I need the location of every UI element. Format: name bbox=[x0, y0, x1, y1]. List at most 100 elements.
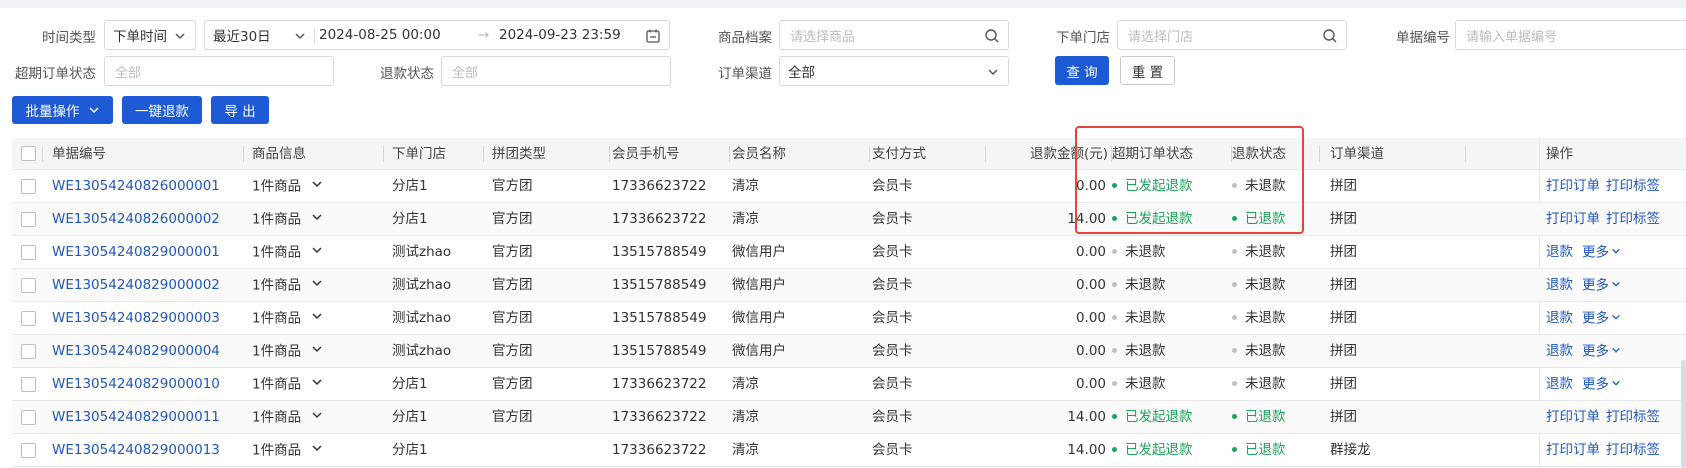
chevron-down-icon[interactable] bbox=[311, 203, 323, 236]
select-all-checkbox[interactable] bbox=[21, 146, 36, 161]
phone-cell: 17336623722 bbox=[612, 211, 707, 227]
row-checkbox[interactable] bbox=[21, 278, 36, 293]
store-placeholder: 请选择门店 bbox=[1128, 29, 1194, 45]
product-info[interactable]: 1件商品 bbox=[252, 335, 323, 368]
status-dot bbox=[1112, 215, 1117, 221]
column-divider bbox=[609, 146, 610, 162]
refund-link[interactable]: 退款 bbox=[1546, 269, 1573, 302]
row-checkbox[interactable] bbox=[21, 212, 36, 227]
query-button[interactable]: 查 询 bbox=[1055, 56, 1109, 85]
chevron-down-icon[interactable] bbox=[293, 29, 307, 43]
more-dropdown[interactable]: 更多 bbox=[1582, 236, 1621, 269]
batch-operation-button[interactable]: 批量操作 bbox=[12, 96, 113, 124]
print-order-link[interactable]: 打印订单 bbox=[1546, 401, 1600, 434]
product-info[interactable]: 1件商品 bbox=[252, 302, 323, 335]
chevron-down-icon bbox=[1611, 335, 1621, 368]
chevron-down-icon bbox=[1611, 236, 1621, 269]
refund-link[interactable]: 退款 bbox=[1546, 368, 1573, 401]
row-checkbox[interactable] bbox=[21, 443, 36, 458]
store-cell: 分店1 bbox=[392, 442, 428, 458]
chevron-down-icon[interactable] bbox=[311, 368, 323, 401]
print-label-link[interactable]: 打印标签 bbox=[1606, 434, 1660, 467]
chevron-down-icon bbox=[88, 104, 100, 116]
row-checkbox[interactable] bbox=[21, 410, 36, 425]
refund-status-cell: 未退款 bbox=[1232, 302, 1286, 335]
batch-operation-label: 批量操作 bbox=[25, 104, 80, 120]
more-dropdown[interactable]: 更多 bbox=[1582, 302, 1621, 335]
one-click-refund-button[interactable]: 一键退款 bbox=[122, 96, 202, 124]
refund-status-select[interactable]: 全部 bbox=[441, 56, 671, 86]
doc-no-link[interactable]: WE13054240829000004 bbox=[52, 335, 220, 368]
column-divider bbox=[383, 146, 384, 162]
product-info[interactable]: 1件商品 bbox=[252, 170, 323, 203]
row-checkbox[interactable] bbox=[21, 245, 36, 260]
channel-select[interactable]: 全部 bbox=[779, 56, 1009, 86]
more-label: 更多 bbox=[1582, 376, 1609, 393]
date-range-picker[interactable]: 最近30日 2024-08-25 00:00 → 2024-09-23 23:5… bbox=[204, 20, 670, 50]
product-info-label: 1件商品 bbox=[252, 310, 302, 327]
print-label-link[interactable]: 打印标签 bbox=[1606, 401, 1660, 434]
product-info[interactable]: 1件商品 bbox=[252, 401, 323, 434]
more-dropdown[interactable]: 更多 bbox=[1582, 368, 1621, 401]
reset-button[interactable]: 重 置 bbox=[1120, 56, 1175, 85]
doc-no-link[interactable]: WE13054240829000003 bbox=[52, 302, 220, 335]
search-icon[interactable] bbox=[1322, 28, 1338, 44]
member-cell: 清凉 bbox=[732, 178, 759, 194]
print-label-link[interactable]: 打印标签 bbox=[1606, 170, 1660, 203]
chevron-down-icon[interactable] bbox=[311, 236, 323, 269]
more-label: 更多 bbox=[1582, 343, 1609, 360]
refund-link[interactable]: 退款 bbox=[1546, 302, 1573, 335]
header-group-type: 拼团类型 bbox=[492, 146, 546, 162]
store-cell: 分店1 bbox=[392, 376, 428, 392]
product-info[interactable]: 1件商品 bbox=[252, 269, 323, 302]
time-type-select[interactable]: 下单时间 bbox=[104, 20, 196, 50]
doc-no-link[interactable]: WE13054240826000001 bbox=[52, 170, 220, 203]
doc-no-link[interactable]: WE13054240829000011 bbox=[52, 401, 220, 434]
vertical-scrollbar[interactable] bbox=[1681, 360, 1686, 468]
print-order-link[interactable]: 打印订单 bbox=[1546, 170, 1600, 203]
product-info[interactable]: 1件商品 bbox=[252, 203, 323, 236]
refund-amount-cell: 0.00 bbox=[1075, 343, 1106, 359]
overdue-select[interactable]: 全部 bbox=[104, 56, 334, 86]
store-cell: 分店1 bbox=[392, 409, 428, 425]
doc-no-link[interactable]: WE13054240829000001 bbox=[52, 236, 220, 269]
product-input[interactable]: 请选择商品 bbox=[779, 20, 1009, 50]
row-checkbox[interactable] bbox=[21, 344, 36, 359]
chevron-down-icon[interactable] bbox=[311, 335, 323, 368]
product-info[interactable]: 1件商品 bbox=[252, 434, 323, 467]
member-cell: 清凉 bbox=[732, 376, 759, 392]
search-icon[interactable] bbox=[984, 28, 1000, 44]
doc-no-link[interactable]: WE13054240829000010 bbox=[52, 368, 220, 401]
refund-status-text: 已退款 bbox=[1245, 442, 1286, 458]
print-order-link[interactable]: 打印订单 bbox=[1546, 203, 1600, 236]
doc-no-input[interactable]: 请输入单据编号 bbox=[1455, 20, 1686, 50]
chevron-down-icon[interactable] bbox=[311, 170, 323, 203]
chevron-down-icon[interactable] bbox=[311, 401, 323, 434]
row-checkbox[interactable] bbox=[21, 377, 36, 392]
product-info[interactable]: 1件商品 bbox=[252, 368, 323, 401]
doc-no-link[interactable]: WE13054240829000013 bbox=[52, 434, 220, 467]
doc-no-link[interactable]: WE13054240826000002 bbox=[52, 203, 220, 236]
print-order-link[interactable]: 打印订单 bbox=[1546, 434, 1600, 467]
doc-no-link[interactable]: WE13054240829000002 bbox=[52, 269, 220, 302]
row-checkbox[interactable] bbox=[21, 179, 36, 194]
refund-link[interactable]: 退款 bbox=[1546, 236, 1573, 269]
payment-cell: 会员卡 bbox=[872, 211, 913, 227]
date-end[interactable]: 2024-09-23 23:59 bbox=[499, 27, 621, 43]
more-dropdown[interactable]: 更多 bbox=[1582, 335, 1621, 368]
overdue-status-text: 未退款 bbox=[1125, 343, 1166, 359]
chevron-down-icon[interactable] bbox=[311, 302, 323, 335]
store-input[interactable]: 请选择门店 bbox=[1117, 20, 1347, 50]
chevron-down-icon[interactable] bbox=[311, 434, 323, 467]
product-info[interactable]: 1件商品 bbox=[252, 236, 323, 269]
row-checkbox[interactable] bbox=[21, 311, 36, 326]
more-dropdown[interactable]: 更多 bbox=[1582, 269, 1621, 302]
print-label-link[interactable]: 打印标签 bbox=[1606, 203, 1660, 236]
calendar-icon[interactable] bbox=[645, 28, 661, 44]
header-doc-no: 单据编号 bbox=[52, 146, 106, 162]
date-start[interactable]: 2024-08-25 00:00 bbox=[319, 27, 441, 43]
chevron-down-icon[interactable] bbox=[311, 269, 323, 302]
export-button[interactable]: 导 出 bbox=[211, 96, 269, 124]
status-dot bbox=[1232, 413, 1237, 419]
refund-link[interactable]: 退款 bbox=[1546, 335, 1573, 368]
